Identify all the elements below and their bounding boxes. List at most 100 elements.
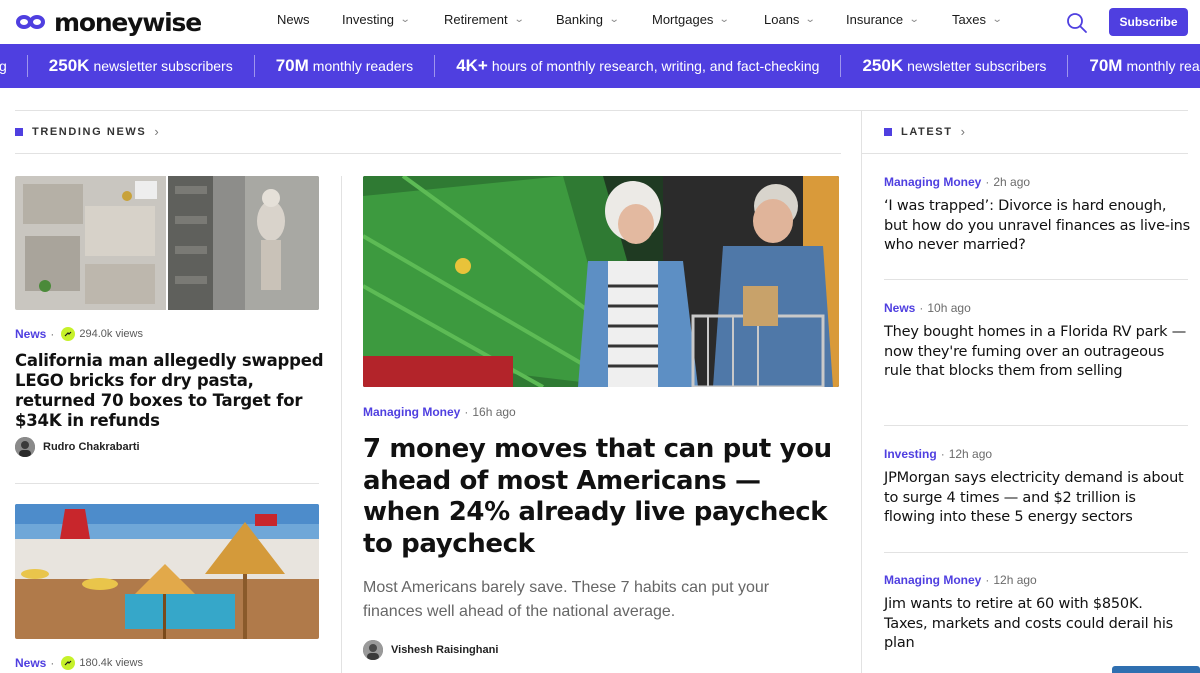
author-byline[interactable]: Rudro Chakrabarti	[15, 437, 140, 457]
article-meta: News · 180.4k views	[15, 656, 143, 670]
search-icon	[1067, 13, 1087, 33]
publish-time: 10h ago	[927, 301, 971, 315]
views-count: 294.0k views	[79, 328, 143, 340]
nav-mortgages-label: Mortgages	[652, 12, 714, 27]
nav-banking-label: Banking	[556, 12, 603, 27]
stat-divider	[434, 55, 436, 77]
chevron-down-icon: ⌄	[908, 14, 920, 25]
latest-label: LATEST	[901, 125, 953, 138]
stat-value: 4K+	[456, 56, 488, 75]
cruise-ship-image[interactable]	[15, 504, 319, 639]
publish-time: 12h ago	[948, 447, 993, 461]
latest-meta: News · 10h ago	[884, 301, 971, 315]
category-link[interactable]: News	[884, 301, 915, 315]
moneywise-logo[interactable]: moneywise	[16, 7, 202, 37]
stat-value: 70M	[275, 56, 309, 75]
section-divider	[15, 153, 841, 154]
latest-heading[interactable]: LATEST ›	[884, 124, 965, 139]
logo-text: moneywise	[54, 7, 202, 37]
publish-time: 2h ago	[993, 175, 1031, 189]
nav-taxes-label: Taxes	[952, 12, 986, 27]
chevron-down-icon: ⌄	[513, 14, 525, 25]
views-count: 180.4k views	[79, 657, 143, 669]
lego-pasta-photo	[15, 176, 319, 310]
meta-separator: ·	[919, 301, 924, 315]
stat-value: 250K	[862, 56, 904, 75]
logo-mark-icon	[16, 11, 50, 33]
list-divider	[884, 279, 1188, 280]
stat-divider	[26, 55, 28, 77]
stat-divider	[1067, 55, 1069, 77]
category-link[interactable]: News	[15, 327, 46, 341]
author-name: Vishesh Raisinghani	[391, 644, 499, 656]
publish-time: 16h ago	[472, 405, 516, 419]
list-divider	[884, 425, 1188, 426]
nav-insurance[interactable]: Insurance ⌄	[846, 12, 952, 27]
chevron-down-icon: ⌄	[719, 14, 731, 25]
search-button[interactable]	[1066, 12, 1088, 34]
author-avatar	[363, 640, 383, 660]
stat-item: 70Mmonthly readers	[1089, 56, 1200, 76]
author-name: Rudro Chakrabarti	[43, 441, 140, 453]
trending-views-icon	[61, 656, 76, 670]
stat-label: monthly readers	[312, 58, 414, 74]
meta-separator: ·	[464, 405, 469, 419]
main-nav: News Investing ⌄ Retirement ⌄ Banking ⌄ Mor…	[277, 12, 1012, 27]
column-divider	[341, 176, 342, 673]
section-marker-icon	[884, 127, 892, 136]
stat-divider	[840, 55, 842, 77]
meta-separator: ·	[985, 175, 990, 189]
floating-widget-edge[interactable]	[1112, 666, 1200, 673]
category-link[interactable]: Managing Money	[363, 405, 460, 419]
nav-retirement-label: Retirement	[444, 12, 508, 27]
chevron-down-icon: ⌄	[608, 14, 620, 25]
latest-item-title[interactable]: JPMorgan says electricity demand is abou…	[884, 469, 1190, 528]
latest-meta: Managing Money · 12h ago	[884, 573, 1037, 587]
feature-description: Most Americans barely save. These 7 habi…	[363, 579, 770, 620]
nav-banking[interactable]: Banking ⌄	[556, 12, 652, 27]
latest-item-title[interactable]: Jim wants to retire at 60 with $850K. Ta…	[884, 595, 1190, 654]
nav-taxes[interactable]: Taxes ⌄	[952, 12, 1012, 27]
feature-image[interactable]	[363, 176, 839, 387]
grocery-couple-photo	[363, 176, 839, 387]
nav-loans[interactable]: Loans ⌄	[764, 12, 846, 27]
stat-value: 70M	[1089, 56, 1123, 75]
stat-label: newsletter subscribers	[93, 58, 233, 74]
latest-item-title[interactable]: They bought homes in a Florida RV park —…	[884, 323, 1190, 382]
category-link[interactable]: Managing Money	[884, 573, 981, 587]
stat-item: 250K newsletter subscribers	[862, 56, 1046, 76]
nav-mortgages[interactable]: Mortgages ⌄	[652, 12, 764, 27]
chevron-down-icon: ⌄	[991, 14, 1003, 25]
latest-meta: Managing Money · 2h ago	[884, 175, 1030, 189]
feature-meta: Managing Money · 16h ago	[363, 405, 516, 419]
site-header: moneywise News Investing ⌄ Retirement ⌄ Ba…	[0, 0, 1200, 44]
nav-insurance-label: Insurance	[846, 12, 904, 27]
stat-item: 70Mmonthly readers	[276, 56, 413, 76]
nav-investing[interactable]: Investing ⌄	[342, 12, 444, 27]
category-link[interactable]: Investing	[884, 447, 937, 461]
stat-label: newsletter subscribers	[907, 58, 1047, 74]
lego-pasta-image[interactable]	[15, 176, 319, 310]
chevron-right-icon: ›	[960, 124, 965, 139]
nav-retirement[interactable]: Retirement ⌄	[444, 12, 556, 27]
stat-item: 250K newsletter subscribers	[49, 56, 233, 76]
feature-title[interactable]: 7 money moves that can put you ahead of …	[363, 434, 841, 560]
category-link[interactable]: News	[15, 656, 46, 670]
article-meta: News · 294.0k views	[15, 327, 143, 341]
category-link[interactable]: Managing Money	[884, 175, 981, 189]
author-avatar	[15, 437, 35, 457]
list-divider	[884, 552, 1188, 553]
stats-track: g 250K newsletter subscribers 70M monthly …	[0, 44, 1200, 88]
stat-label: monthly readers	[1126, 58, 1200, 74]
chevron-down-icon: ⌄	[399, 14, 411, 25]
latest-item-title[interactable]: ‘I was trapped’: Divorce is hard enough,…	[884, 197, 1190, 256]
meta-separator: ·	[50, 327, 55, 341]
author-byline[interactable]: Vishesh Raisinghani	[363, 640, 498, 660]
meta-separator: ·	[985, 573, 990, 587]
stat-divider	[253, 55, 255, 77]
nav-news[interactable]: News	[277, 12, 342, 27]
trending-news-heading[interactable]: TRENDING NEWS ›	[15, 124, 159, 139]
chevron-right-icon: ›	[154, 124, 159, 139]
subscribe-button[interactable]: Subscribe	[1109, 8, 1188, 36]
article-title[interactable]: California man allegedly swapped LEGO br…	[15, 351, 325, 431]
